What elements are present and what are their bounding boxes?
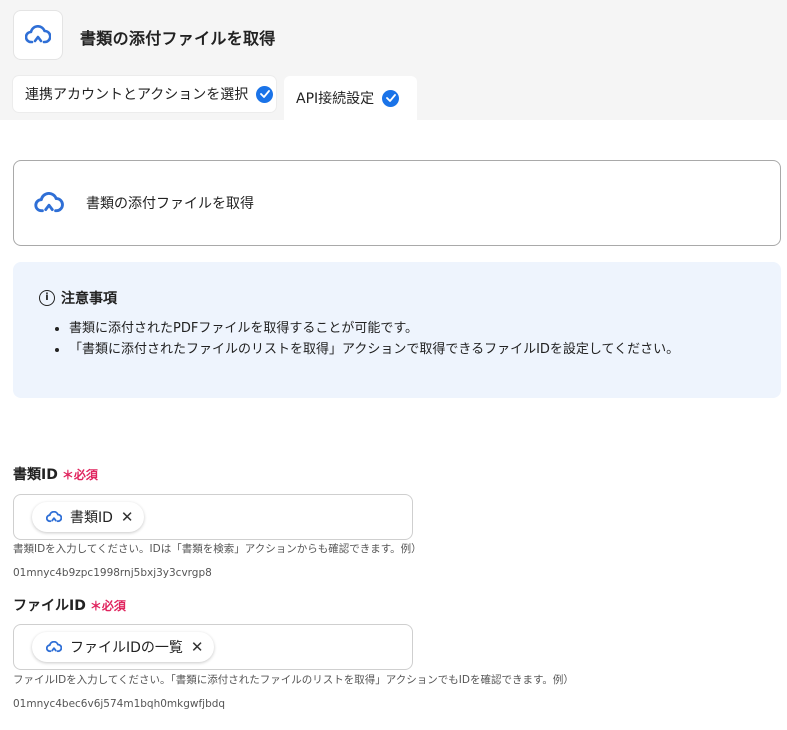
- notice-title: 注意事項: [61, 291, 117, 307]
- document-id-help: 書類IDを入力してください。IDは「書類を検索」アクションからも確認できます。例…: [13, 543, 422, 579]
- tab-select-account-action[interactable]: 連携アカウントとアクションを選択: [13, 76, 276, 112]
- variable-chip[interactable]: ファイルIDの一覧 ✕: [32, 632, 214, 662]
- selected-action: 書類の添付ファイルを取得: [13, 160, 781, 246]
- info-icon: i: [39, 290, 55, 306]
- field-label-document-id: 書類ID ＊必須: [13, 464, 98, 484]
- cloud-sync-icon: [46, 641, 62, 653]
- action-label: 書類の添付ファイルを取得: [86, 196, 254, 212]
- notice-box: i 注意事項 書類に添付されたPDFファイルを取得することが可能です。 「書類に…: [13, 262, 781, 398]
- cloud-sync-icon: [25, 25, 51, 44]
- field-label-text: ファイルID: [13, 598, 86, 614]
- app-icon: [13, 10, 63, 60]
- file-id-input[interactable]: ファイルIDの一覧 ✕: [13, 624, 413, 670]
- required-badge: ＊必須: [61, 467, 98, 482]
- field-label-file-id: ファイルID ＊必須: [13, 595, 126, 615]
- variable-chip[interactable]: 書類ID ✕: [32, 502, 144, 532]
- tab-api-settings[interactable]: API接続設定: [284, 76, 417, 120]
- notice-item: 書類に添付されたPDFファイルを取得することが可能です。: [69, 318, 755, 339]
- close-icon[interactable]: ✕: [191, 639, 204, 655]
- chip-label: 書類ID: [70, 510, 113, 526]
- document-id-input[interactable]: 書類ID ✕: [13, 494, 413, 540]
- cloud-sync-icon: [34, 192, 64, 213]
- notice-item: 「書類に添付されたファイルのリストを取得」アクションで取得できるファイルIDを設…: [69, 339, 755, 360]
- notice-header: i 注意事項: [39, 288, 755, 308]
- file-id-help: ファイルIDを入力してください。「書類に添付されたファイルのリストを取得」アクシ…: [13, 674, 569, 710]
- page-title: 書類の添付ファイルを取得: [80, 29, 276, 48]
- tab-label: API接続設定: [296, 91, 375, 107]
- required-text: 必須: [101, 598, 126, 613]
- chip-label: ファイルIDの一覧: [70, 640, 183, 656]
- close-icon[interactable]: ✕: [121, 509, 134, 525]
- header-area: 書類の添付ファイルを取得 連携アカウントとアクションを選択 API接続設定: [0, 0, 787, 120]
- required-text: 必須: [73, 467, 98, 482]
- field-label-text: 書類ID: [13, 467, 58, 483]
- check-circle-icon: [382, 89, 400, 107]
- tab-label: 連携アカウントとアクションを選択: [25, 87, 249, 103]
- notice-list: 書類に添付されたPDFファイルを取得することが可能です。 「書類に添付されたファ…: [39, 318, 755, 360]
- check-circle-icon: [256, 85, 274, 103]
- cloud-sync-icon: [46, 511, 62, 523]
- required-badge: ＊必須: [89, 598, 126, 613]
